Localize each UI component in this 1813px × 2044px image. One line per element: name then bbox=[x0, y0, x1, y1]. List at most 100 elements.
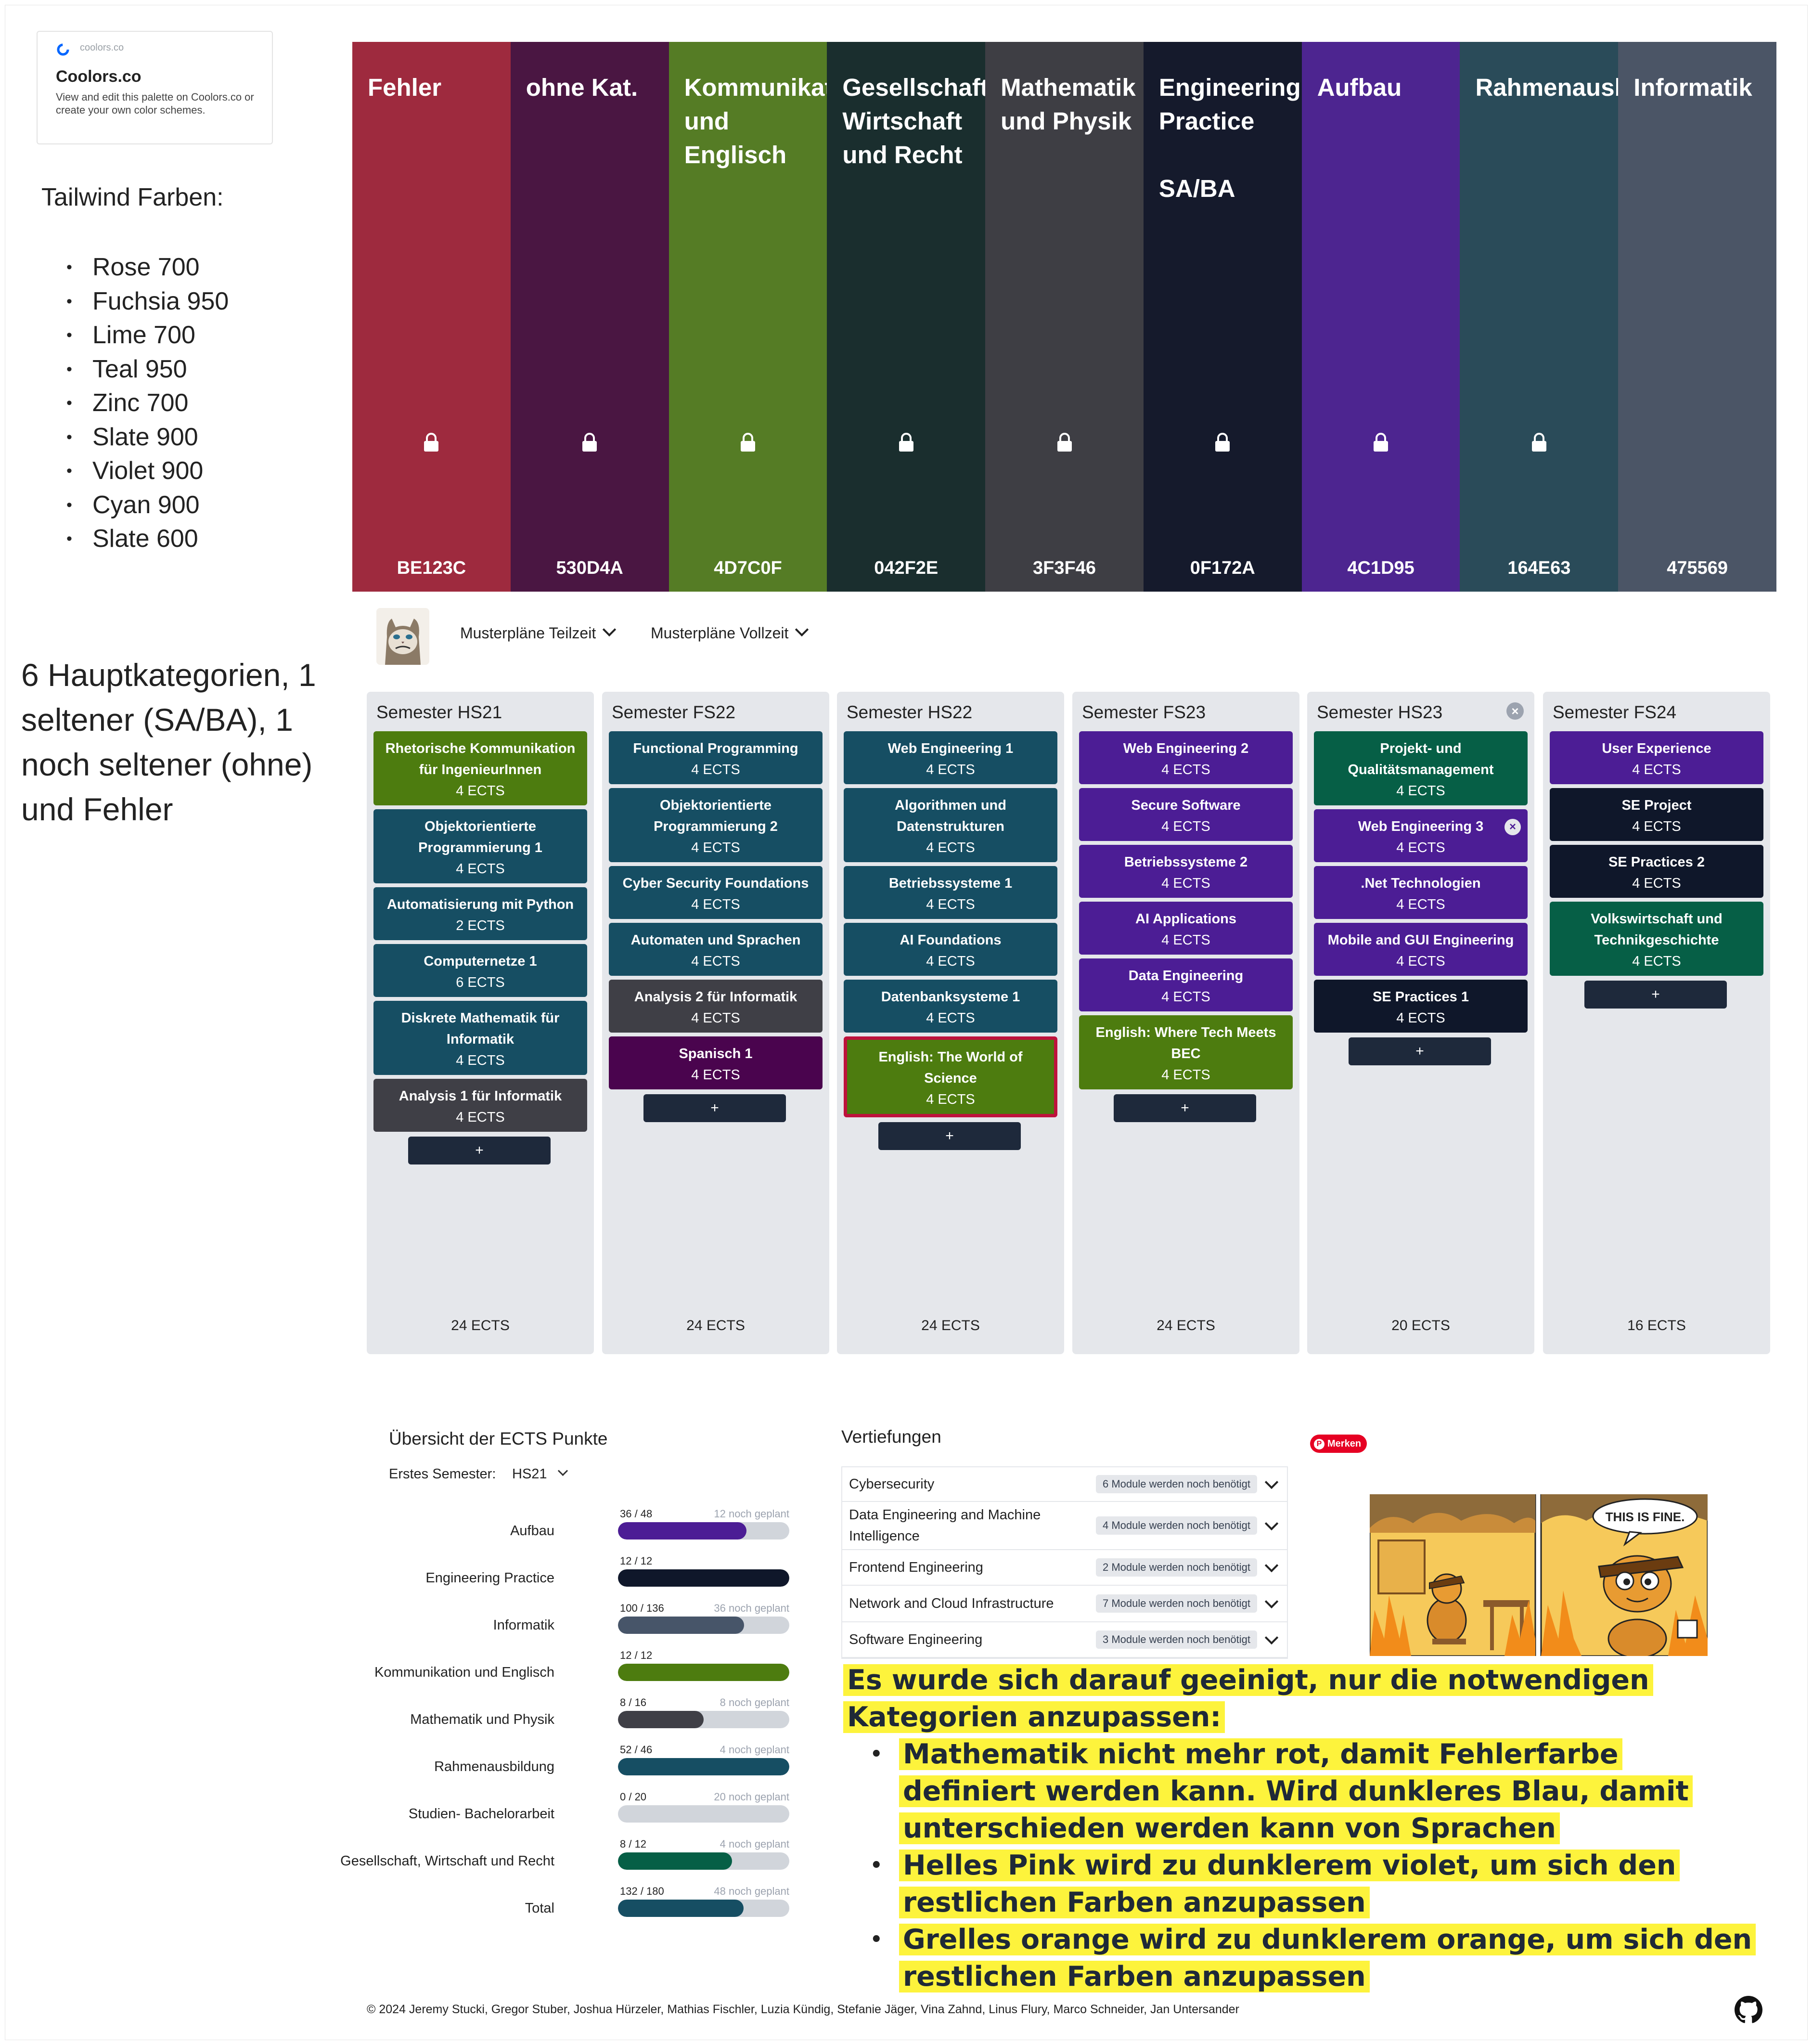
module-card[interactable]: Volkswirtschaft und Technikgeschichte 4 E… bbox=[1550, 902, 1763, 976]
module-ects: 4 ECTS bbox=[1632, 954, 1681, 969]
add-module-button[interactable]: + bbox=[1584, 981, 1727, 1009]
module-name: Spanisch 1 bbox=[679, 1046, 753, 1061]
module-ects: 4 ECTS bbox=[1632, 876, 1681, 891]
color-swatch[interactable]: Engineering Practice SA/BA0F172AOxford B… bbox=[1143, 42, 1302, 592]
module-card[interactable]: Mobile and GUI Engineering 4 ECTS bbox=[1314, 923, 1528, 976]
ects-planned: 8 noch geplant bbox=[720, 1696, 789, 1708]
semester-total-ects: 24 ECTS bbox=[451, 1318, 510, 1333]
color-swatch[interactable]: Rahmenausbildung164E63Midnight green bbox=[1460, 42, 1619, 592]
module-card[interactable]: Objektorientierte Programmierung 2 4 ECTS bbox=[609, 788, 823, 862]
module-card[interactable]: Automaten und Sprachen 4 ECTS bbox=[609, 923, 823, 976]
module-card[interactable]: SE Practices 2 4 ECTS bbox=[1550, 845, 1763, 898]
chevron-down-icon[interactable] bbox=[1264, 1516, 1279, 1531]
module-card[interactable]: Datenbanksysteme 1 4 ECTS bbox=[844, 980, 1057, 1033]
module-ects: 4 ECTS bbox=[456, 783, 505, 799]
ects-row: Kommunikation und Englisch 12 / 12 bbox=[356, 1649, 789, 1696]
swatch-hex: 530D4A bbox=[556, 558, 623, 578]
color-swatch[interactable]: Informatik475569Payne's gray bbox=[1618, 42, 1777, 592]
semester-column: Semester HS23 × Projekt- und Qualitätsmana… bbox=[1307, 692, 1534, 1354]
module-ects: 4 ECTS bbox=[1632, 762, 1681, 777]
ects-category-label: Total bbox=[525, 1901, 554, 1916]
vertiefung-row[interactable]: Cybersecurity 6 Module werden noch benöti… bbox=[842, 1467, 1287, 1502]
module-card[interactable]: Automatisierung mit Python 2 ECTS bbox=[373, 887, 587, 940]
module-card[interactable]: Web Engineering 3 4 ECTS × bbox=[1314, 809, 1528, 862]
module-card[interactable]: Diskrete Mathematik für Informatik 4 ECTS bbox=[373, 1001, 587, 1075]
avatar[interactable] bbox=[376, 608, 429, 665]
module-card[interactable]: Analysis 2 für Informatik 4 ECTS bbox=[609, 980, 823, 1033]
chevron-down-icon[interactable] bbox=[1264, 1475, 1279, 1489]
ects-planned: 4 noch geplant bbox=[720, 1838, 789, 1850]
semester-title: Semester HS23 bbox=[1317, 702, 1443, 722]
tailwind-color-item: Slate 600 bbox=[63, 522, 229, 556]
lock-icon[interactable] bbox=[423, 433, 440, 452]
close-icon[interactable]: × bbox=[1506, 702, 1524, 720]
module-card[interactable]: Cyber Security Foundations 4 ECTS bbox=[609, 866, 823, 919]
github-icon[interactable] bbox=[1735, 1996, 1762, 2024]
semester-title: Semester HS22 bbox=[847, 702, 973, 722]
ects-value: 8 / 16 bbox=[620, 1696, 647, 1708]
module-card[interactable]: English: Where Tech Meets BEC 4 ECTS bbox=[1079, 1015, 1293, 1089]
menu-musterplaene-vollzeit[interactable]: Musterpläne Vollzeit bbox=[651, 622, 809, 642]
module-card[interactable]: Functional Programming 4 ECTS bbox=[609, 731, 823, 784]
module-card[interactable]: Analysis 1 für Informatik 4 ECTS bbox=[373, 1079, 587, 1132]
chevron-down-icon[interactable] bbox=[1264, 1594, 1279, 1609]
chevron-down-icon[interactable] bbox=[1264, 1558, 1279, 1573]
lock-icon[interactable] bbox=[1372, 433, 1389, 452]
module-card[interactable]: AI Applications 4 ECTS bbox=[1079, 902, 1293, 955]
color-swatch[interactable]: Aufbau4C1D95Tekhelet bbox=[1301, 42, 1460, 592]
lock-icon[interactable] bbox=[1056, 433, 1073, 452]
module-card[interactable]: User Experience 4 ECTS bbox=[1550, 731, 1763, 784]
module-card[interactable]: Betriebssysteme 2 4 ECTS bbox=[1079, 845, 1293, 898]
add-module-button[interactable]: + bbox=[408, 1137, 551, 1164]
coolors-badge[interactable]: coolors.co Coolors.co View and edit this… bbox=[37, 31, 273, 144]
module-name: English: The World of Science bbox=[878, 1049, 1023, 1086]
module-card[interactable]: Computernetze 1 6 ECTS bbox=[373, 944, 587, 997]
add-module-button[interactable]: + bbox=[1114, 1094, 1256, 1122]
module-card[interactable]: Objektorientierte Programmierung 1 4 ECTS bbox=[373, 809, 587, 883]
module-card[interactable]: Data Engineering 4 ECTS bbox=[1079, 958, 1293, 1011]
add-module-button[interactable]: + bbox=[643, 1094, 786, 1122]
color-swatch[interactable]: ohne Kat.530D4APalatinate bbox=[510, 42, 669, 592]
chevron-down-icon[interactable] bbox=[1264, 1630, 1279, 1645]
module-card[interactable]: Web Engineering 2 4 ECTS bbox=[1079, 731, 1293, 784]
lock-icon[interactable] bbox=[1530, 433, 1548, 452]
module-card[interactable]: Projekt- und Qualitätsmanagement 4 ECTS bbox=[1314, 731, 1528, 805]
lock-icon[interactable] bbox=[898, 433, 915, 452]
vertiefung-row[interactable]: Software Engineering 3 Module werden noch… bbox=[842, 1622, 1287, 1658]
vertiefung-row[interactable]: Data Engineering and Machine Intelligenc… bbox=[842, 1502, 1287, 1550]
lock-icon[interactable] bbox=[1214, 433, 1231, 452]
color-swatch[interactable]: Kommunikation und Englisch4D7C0FAvocado bbox=[669, 42, 827, 592]
module-card[interactable]: Secure Software 4 ECTS bbox=[1079, 788, 1293, 841]
module-card[interactable]: Algorithmen und Datenstrukturen 4 ECTS bbox=[844, 788, 1057, 862]
module-card[interactable]: Betriebssysteme 1 4 ECTS bbox=[844, 866, 1057, 919]
module-name: AI Applications bbox=[1135, 911, 1236, 927]
module-card[interactable]: SE Practices 1 4 ECTS bbox=[1314, 980, 1528, 1033]
add-module-button[interactable]: + bbox=[878, 1122, 1021, 1150]
module-card[interactable]: Web Engineering 1 4 ECTS bbox=[844, 731, 1057, 784]
ects-planned: 36 noch geplant bbox=[714, 1602, 789, 1614]
ects-progress-track bbox=[618, 1664, 789, 1681]
module-card[interactable]: AI Foundations 4 ECTS bbox=[844, 923, 1057, 976]
color-swatch[interactable]: Mathematik und Physik3F3F46Onyx bbox=[985, 42, 1144, 592]
color-swatch[interactable]: Gesellschaft, Wirtschaft und Recht 042F2E… bbox=[827, 42, 986, 592]
first-semester-select[interactable]: HS21 bbox=[512, 1466, 547, 1482]
module-name: Betriebssysteme 1 bbox=[888, 876, 1013, 891]
remove-icon[interactable]: × bbox=[1504, 819, 1521, 835]
module-card[interactable]: Spanisch 1 4 ECTS bbox=[609, 1036, 823, 1089]
module-card[interactable]: SE Project 4 ECTS bbox=[1550, 788, 1763, 841]
notes-item: Mathematik nicht mehr rot, damit Fehlerf… bbox=[870, 1736, 1758, 1847]
notes-item-text: Helles Pink wird zu dunklerem violet, um… bbox=[899, 1850, 1680, 1918]
add-module-button[interactable]: + bbox=[1349, 1037, 1491, 1065]
lock-icon[interactable] bbox=[581, 433, 598, 452]
menu-musterplaene-teilzeit[interactable]: Musterpläne Teilzeit bbox=[460, 622, 617, 642]
module-card[interactable]: Rhetorische Kommunikation für IngenieurI… bbox=[373, 731, 587, 805]
vertiefung-row[interactable]: Network and Cloud Infrastructure 7 Module… bbox=[842, 1586, 1287, 1622]
pinterest-save-button[interactable]: P Merken bbox=[1310, 1435, 1367, 1453]
vertiefungen-list: Cybersecurity 6 Module werden noch benöti… bbox=[841, 1466, 1288, 1659]
color-swatch[interactable]: FehlerBE123CRed (NCS) bbox=[352, 42, 511, 592]
module-card[interactable]: English: The World of Science 4 ECTS bbox=[844, 1036, 1057, 1117]
module-card[interactable]: .Net Technologien 4 ECTS bbox=[1314, 866, 1528, 919]
semester-column: Semester HS21 Rhetorische Kommunikation f… bbox=[367, 692, 594, 1354]
lock-icon[interactable] bbox=[739, 433, 757, 452]
vertiefung-row[interactable]: Frontend Engineering 2 Module werden noch… bbox=[842, 1550, 1287, 1586]
